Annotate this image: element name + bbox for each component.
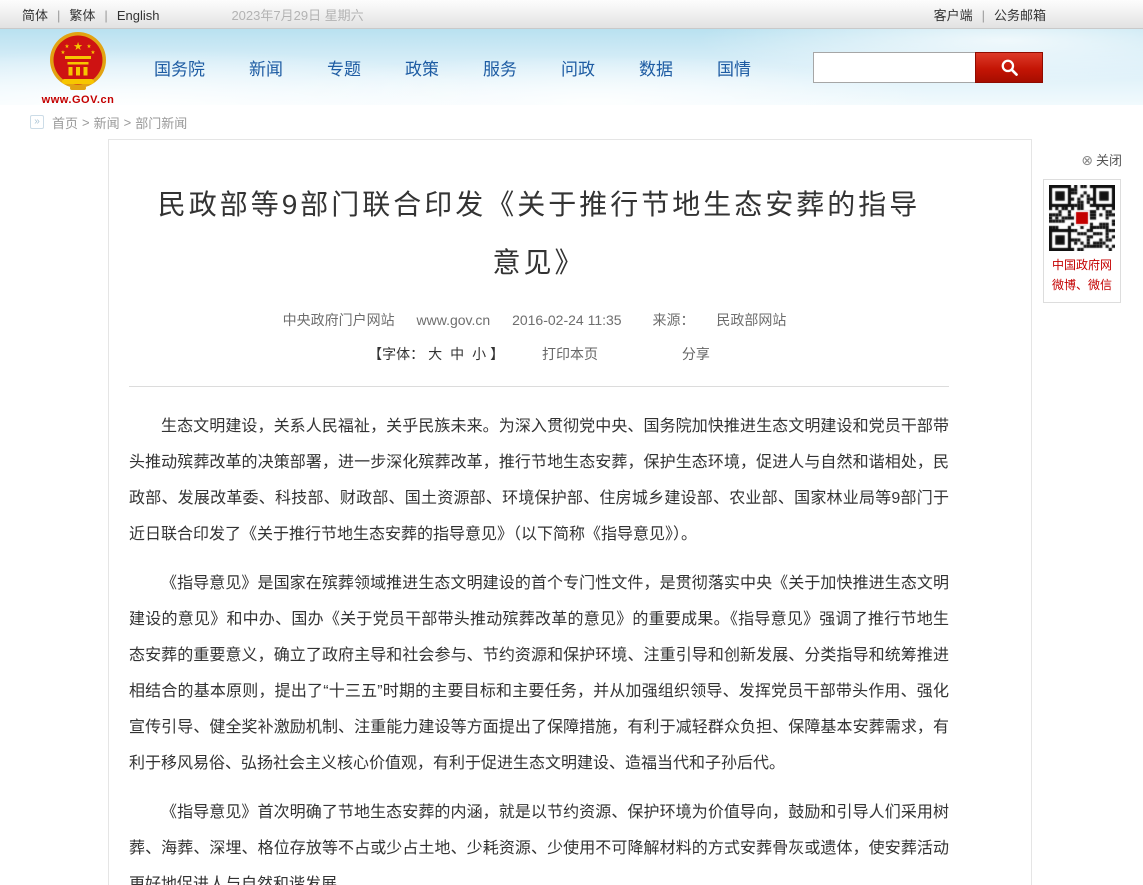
- article-toolbar: 【字体：大中小】 打印本页 分享: [129, 344, 949, 364]
- logo-url-text: www.GOV.cn: [30, 94, 126, 106]
- client-app-link[interactable]: 客户端: [934, 8, 973, 23]
- search-button[interactable]: [975, 52, 1043, 83]
- lang-simplified[interactable]: 简体: [22, 8, 48, 23]
- qr-caption-line1: 中国政府网: [1044, 255, 1120, 275]
- breadcrumb-home[interactable]: 首页: [52, 113, 78, 132]
- lang-traditional[interactable]: 繁体: [69, 8, 95, 23]
- site-url: www.gov.cn: [417, 312, 491, 328]
- article-content: 生态文明建设，关系人民福祉，关乎民族未来。为深入贯彻党中央、国务院加快推进生态文…: [129, 409, 949, 885]
- nav-state-council[interactable]: 国务院: [154, 55, 205, 80]
- article: 民政部等9部门联合印发《关于推行节地生态安葬的指导意见》 中央政府门户网站 ww…: [129, 176, 949, 885]
- paragraph: 《指导意见》是国家在殡葬领域推进生态文明建设的首个专门性文件，是贯彻落实中央《关…: [129, 566, 949, 782]
- paragraph: 生态文明建设，关系人民福祉，关乎民族未来。为深入贯彻党中央、国务院加快推进生态文…: [129, 409, 949, 553]
- svg-text:★: ★: [91, 50, 96, 56]
- article-title: 民政部等9部门联合印发《关于推行节地生态安葬的指导意见》: [154, 176, 924, 292]
- topbar-right-links: 客户端 | 公务邮箱: [934, 5, 1046, 24]
- national-emblem-icon: ★ ★ ★ ★ ★: [48, 31, 108, 93]
- svg-text:★: ★: [61, 50, 66, 56]
- search-icon: [1000, 58, 1019, 77]
- divider: |: [57, 8, 60, 23]
- nav-national-conditions[interactable]: 国情: [717, 55, 751, 80]
- font-size-small[interactable]: 小: [472, 346, 486, 362]
- close-icon: ⊗: [1081, 152, 1093, 168]
- top-utility-bar: 简体 | 繁体 | English 2023年7月29日 星期六 客户端 | 公务邮箱: [0, 0, 1143, 29]
- nav-services[interactable]: 服务: [483, 55, 517, 80]
- close-label: 关闭: [1096, 153, 1122, 168]
- nav-news[interactable]: 新闻: [249, 55, 283, 80]
- nav-data[interactable]: 数据: [639, 55, 673, 80]
- search-bar: [813, 52, 1043, 83]
- gov-logo[interactable]: ★ ★ ★ ★ ★ www.GOV.cn: [30, 29, 126, 106]
- publish-datetime: 2016-02-24 11:35: [512, 312, 622, 328]
- language-switcher: 简体 | 繁体 | English: [22, 5, 159, 24]
- divider: [129, 386, 949, 387]
- nav-topics[interactable]: 专题: [327, 55, 361, 80]
- share-button[interactable]: 分享: [682, 346, 710, 362]
- site-header: ★ ★ ★ ★ ★ www.GOV.cn 国务院 新闻 专题 政策 服务 问政 …: [0, 29, 1143, 105]
- article-meta: 中央政府门户网站 www.gov.cn 2016-02-24 11:35 来源：…: [129, 310, 949, 330]
- divider: |: [982, 8, 985, 23]
- qr-box: 中国政府网 微博、微信: [1043, 179, 1121, 303]
- print-button[interactable]: 打印本页: [542, 346, 598, 362]
- breadcrumb: » 首页 > 新闻 > 部门新闻: [0, 105, 1143, 139]
- qr-caption: 中国政府网 微博、微信: [1044, 255, 1120, 295]
- source-label: 来源：: [652, 312, 694, 328]
- source-value: 民政部网站: [716, 312, 786, 328]
- close-widget-button[interactable]: ⊗关闭: [1043, 150, 1123, 169]
- paragraph: 《指导意见》首次明确了节地生态安葬的内涵，就是以节约资源、保护环境为价值导向，鼓…: [129, 795, 949, 885]
- divider: |: [104, 8, 107, 23]
- qr-code: [1049, 185, 1115, 251]
- source: 来源： 民政部网站: [643, 312, 795, 328]
- site-name: 中央政府门户网站: [283, 312, 395, 328]
- font-size-label-end: 】: [490, 346, 504, 362]
- qr-widget: ⊗关闭 中国政府网 微博、微信: [1043, 150, 1123, 303]
- svg-text:★: ★: [73, 41, 83, 53]
- font-size-label: 【字体：: [368, 346, 424, 362]
- nav-interaction[interactable]: 问政: [561, 55, 595, 80]
- breadcrumb-arrow-icon: »: [30, 115, 44, 129]
- search-input[interactable]: [813, 52, 975, 83]
- lang-english[interactable]: English: [117, 8, 160, 23]
- font-size-medium[interactable]: 中: [450, 346, 464, 362]
- official-mail-link[interactable]: 公务邮箱: [994, 8, 1046, 23]
- qr-caption-line2: 微博、微信: [1044, 275, 1120, 295]
- nav-policies[interactable]: 政策: [405, 55, 439, 80]
- font-size-large[interactable]: 大: [428, 346, 442, 362]
- breadcrumb-separator: >: [82, 115, 90, 130]
- breadcrumb-separator: >: [124, 115, 132, 130]
- main-navigation: 国务院 新闻 专题 政策 服务 问政 数据 国情: [154, 55, 795, 80]
- article-card: 民政部等9部门联合印发《关于推行节地生态安葬的指导意见》 中央政府门户网站 ww…: [108, 139, 1032, 885]
- current-date: 2023年7月29日 星期六: [231, 5, 363, 24]
- breadcrumb-dept-news[interactable]: 部门新闻: [135, 113, 187, 132]
- breadcrumb-news[interactable]: 新闻: [94, 113, 120, 132]
